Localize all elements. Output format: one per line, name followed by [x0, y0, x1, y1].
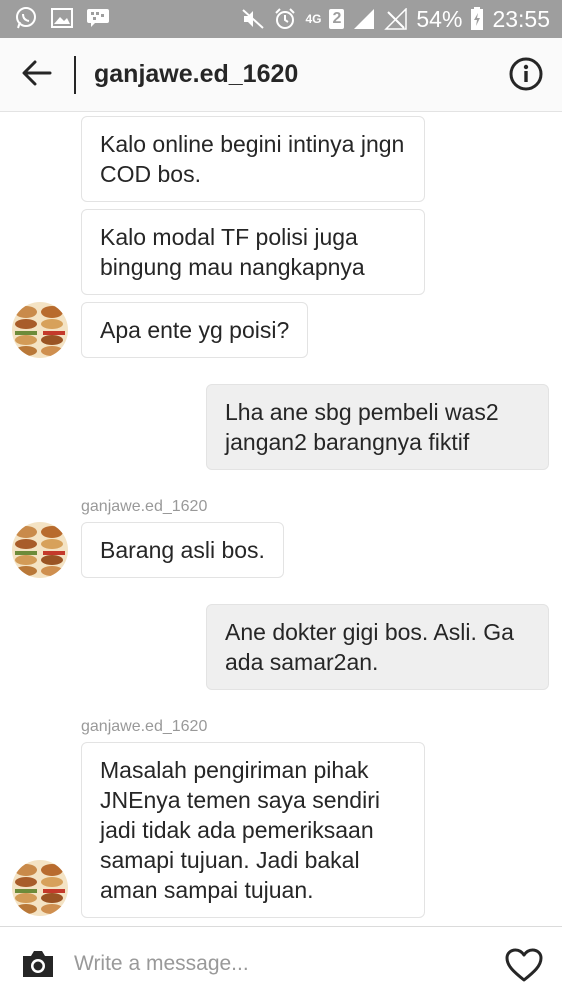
- message-bubble-incoming[interactable]: Masalah pengiriman pihak JNEnya temen sa…: [81, 742, 425, 918]
- status-bar: 4G 2 54% 23:55: [0, 0, 562, 38]
- info-icon: [509, 57, 543, 96]
- charging-icon: [470, 7, 484, 31]
- message-composer: [0, 926, 562, 1000]
- whatsapp-icon: [14, 6, 38, 30]
- camera-icon: [20, 951, 56, 984]
- heart-icon: [504, 948, 544, 987]
- header-divider: [74, 56, 76, 94]
- conversation-title[interactable]: ganjawe.ed_1620: [94, 60, 298, 89]
- arrow-left-icon: [22, 60, 52, 91]
- avatar[interactable]: [12, 522, 68, 578]
- info-button[interactable]: [508, 57, 544, 96]
- message-bubble-outgoing[interactable]: Lha ane sbg pembeli was2 jangan2 barangn…: [206, 384, 549, 470]
- avatar[interactable]: [12, 302, 68, 358]
- message-bubble-outgoing[interactable]: Ane dokter gigi bos. Asli. Ga ada samar2…: [206, 604, 549, 690]
- message-bubble-incoming[interactable]: Barang asli bos.: [81, 522, 284, 578]
- sim-slot-badge: 2: [329, 9, 345, 29]
- battery-percent: 54%: [416, 5, 463, 32]
- clock: 23:55: [492, 5, 550, 32]
- message-bubble-incoming[interactable]: Kalo modal TF polisi juga bingung mau na…: [81, 209, 425, 295]
- conversation-header: ganjawe.ed_1620: [0, 38, 562, 112]
- like-button[interactable]: [504, 947, 544, 983]
- sender-name: ganjawe.ed_1620: [81, 718, 208, 735]
- mute-icon: [241, 7, 265, 31]
- avatar[interactable]: [12, 860, 68, 916]
- bbm-icon: [86, 6, 110, 30]
- network-type: 4G: [305, 11, 322, 26]
- signal-empty-icon: [384, 7, 408, 31]
- message-bubble-incoming[interactable]: Apa ente yg poisi?: [81, 302, 309, 358]
- back-button[interactable]: [18, 58, 56, 92]
- message-thread[interactable]: Kalo online begini intinya jngn COD bos.…: [0, 112, 562, 926]
- sender-name: ganjawe.ed_1620: [81, 498, 208, 515]
- message-bubble-incoming[interactable]: Kalo online begini intinya jngn COD bos.: [81, 116, 425, 202]
- alarm-icon: [273, 7, 297, 31]
- gallery-icon: [50, 6, 74, 30]
- camera-button[interactable]: [20, 948, 56, 980]
- message-input[interactable]: [74, 947, 474, 981]
- signal-icon: [352, 7, 376, 31]
